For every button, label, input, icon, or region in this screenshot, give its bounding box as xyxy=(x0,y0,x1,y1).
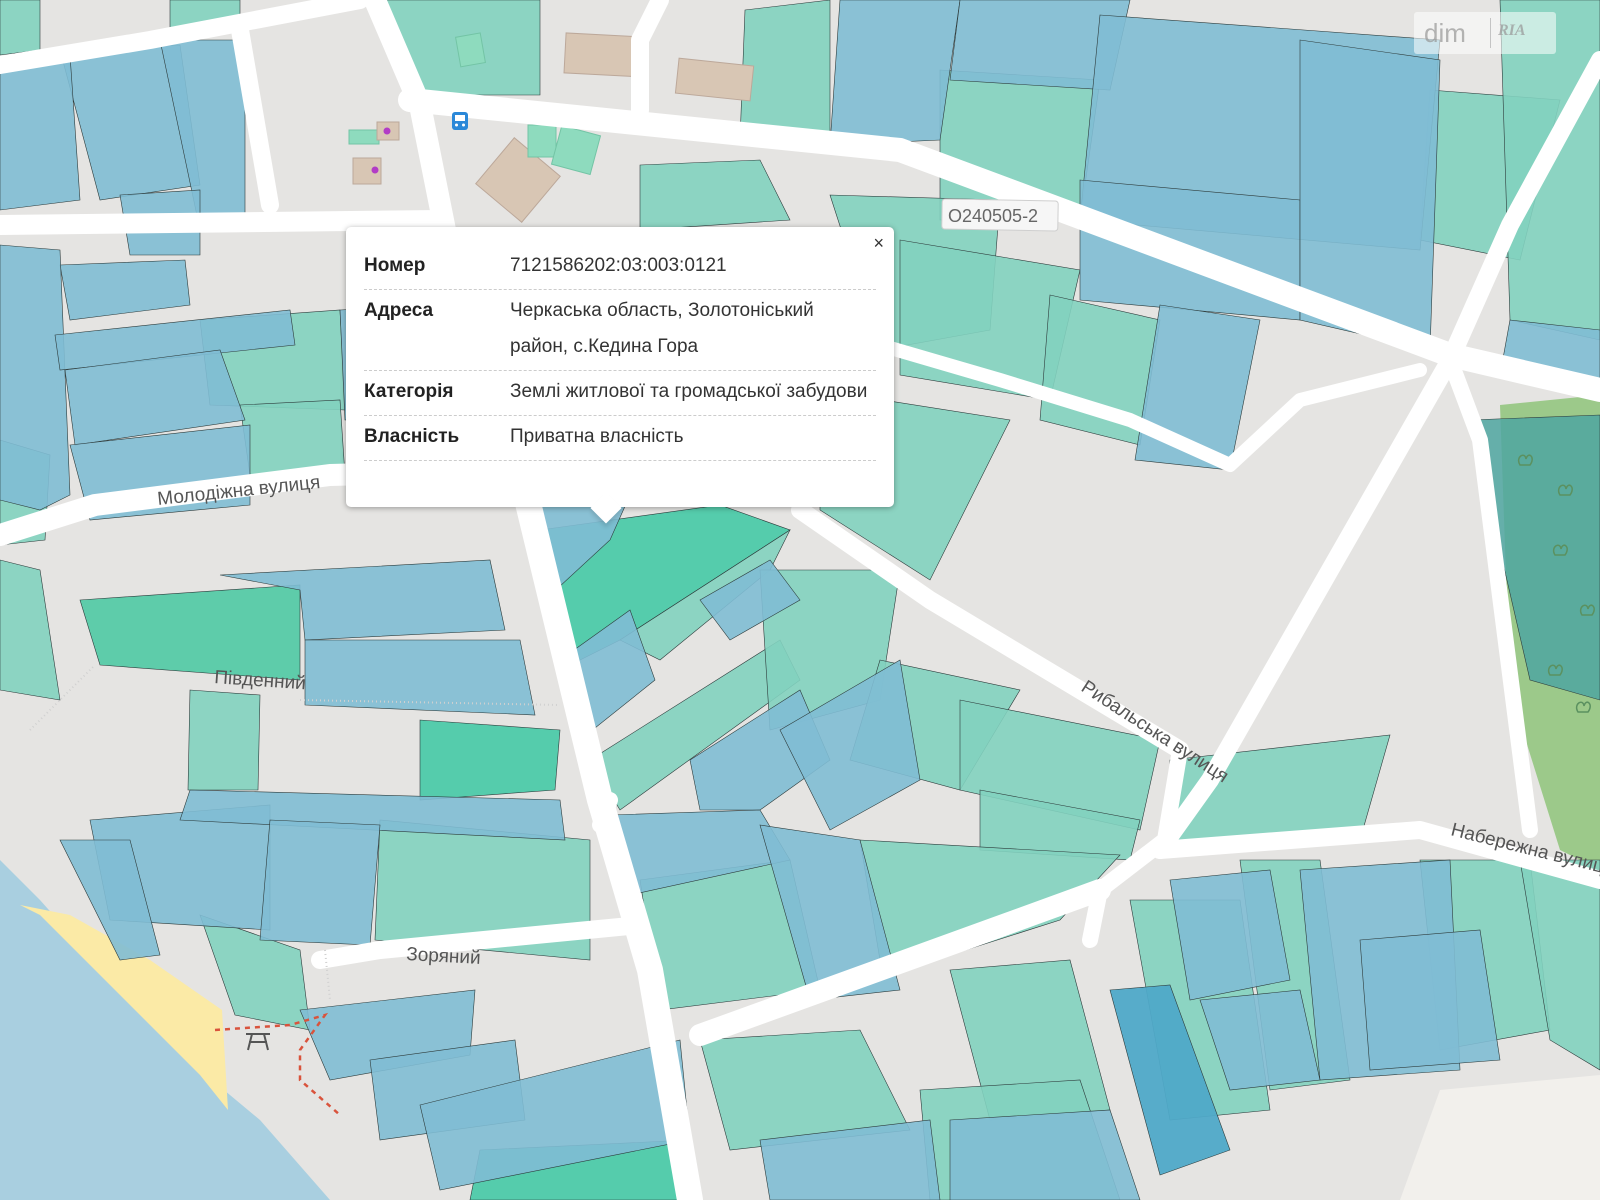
close-icon[interactable]: × xyxy=(873,233,884,253)
street-label-zorianyi: Зоряний xyxy=(406,944,481,969)
category-value: Землі житлової та громадської забудови xyxy=(510,381,868,402)
popup-key: Категорія xyxy=(364,381,454,402)
popup-row-address: Адреса Черкаська область, Золотоніський … xyxy=(364,290,876,371)
parcel-info-popup: × Номер 7121586202:03:003:0121 Адреса Че… xyxy=(346,227,894,524)
popup-key: Адреса xyxy=(364,300,434,321)
popup-key: Власність xyxy=(364,426,460,447)
ownership-value: Приватна власність xyxy=(510,426,684,447)
popup-key: Номер xyxy=(364,255,426,276)
watermark-separator xyxy=(1490,18,1491,48)
popup-row-category: Категорія Землі житлової та громадської … xyxy=(364,371,876,416)
popup-row-number: Номер 7121586202:03:003:0121 xyxy=(364,245,876,290)
road-ref-label: O240505-2 xyxy=(948,206,1038,226)
watermark-dim: dim xyxy=(1424,18,1466,48)
bus-stop-icon[interactable] xyxy=(452,112,468,130)
map-canvas[interactable]: O240505-2 Молодіжна вулиця Рибальська ву… xyxy=(0,0,1600,1200)
cadastral-number: 7121586202:03:003:0121 xyxy=(510,255,727,276)
road-ref-badge: O240505-2 xyxy=(941,198,1059,232)
dim-ria-watermark: dim RIA xyxy=(1414,12,1556,54)
popup-row-ownership: Власність Приватна власність xyxy=(364,416,876,461)
address-value: Черкаська область, Золотоніський район, … xyxy=(510,300,814,357)
watermark-ria: RIA xyxy=(1498,22,1526,39)
